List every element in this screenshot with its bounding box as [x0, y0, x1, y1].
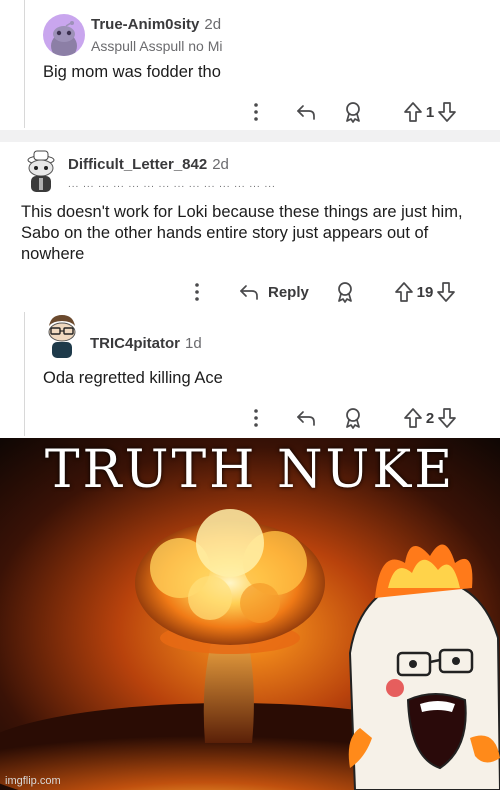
- snoo-avatar-icon: [51, 21, 77, 56]
- reply-arrow-icon: [297, 105, 315, 120]
- downvote-icon[interactable]: [437, 407, 457, 429]
- username-text[interactable]: True-Anim0sity: [91, 16, 199, 33]
- snoo-avatar-icon: [48, 315, 76, 358]
- username[interactable]: True-Anim0sity 2d: [91, 16, 221, 33]
- user-flair: Asspull Asspull no Mi: [91, 38, 223, 54]
- more-vertical-icon: [254, 103, 258, 121]
- imgflip-watermark: imgflip.com: [5, 775, 61, 787]
- comment-2: Difficult_Letter_842 2d ... ... ... ... .…: [0, 142, 500, 307]
- reply-label[interactable]: Reply: [268, 284, 309, 301]
- comment-actions: Reply 19: [0, 278, 500, 306]
- username-text[interactable]: TRIC4pitator: [90, 335, 180, 352]
- downvote-icon[interactable]: [436, 281, 456, 303]
- award-button[interactable]: [333, 278, 357, 306]
- more-vertical-icon: [254, 409, 258, 427]
- more-button[interactable]: [246, 98, 266, 126]
- upvote-icon[interactable]: [403, 407, 423, 429]
- reply-arrow-icon: [240, 285, 258, 300]
- meme-title: TRUTH NUKE: [44, 440, 456, 500]
- comment-divider: [0, 130, 500, 142]
- reply-button[interactable]: [294, 98, 318, 126]
- more-button[interactable]: [187, 278, 207, 306]
- comment-1: True-Anim0sity 2d Asspull Asspull no Mi B…: [0, 0, 500, 132]
- vote-controls: 1: [395, 98, 465, 126]
- vote-count: 19: [416, 283, 434, 301]
- vote-controls: 19: [385, 278, 465, 306]
- downvote-icon[interactable]: [437, 101, 457, 123]
- upvote-icon[interactable]: [394, 281, 414, 303]
- more-button[interactable]: [246, 404, 266, 432]
- award-button[interactable]: [341, 98, 365, 126]
- comment-age: 1d: [185, 335, 202, 352]
- vote-count: 1: [425, 103, 435, 121]
- comment-age: 2d: [204, 16, 222, 33]
- reply-button[interactable]: Reply: [238, 278, 316, 306]
- comment-body: Oda regretted killing Ace: [43, 369, 223, 387]
- username[interactable]: TRIC4pitator 1d: [90, 335, 202, 352]
- comment-age: 2d: [212, 156, 229, 173]
- award-button[interactable]: [341, 404, 365, 432]
- comment-3: TRIC4pitator 1d Oda regretted killing Ace…: [0, 308, 500, 436]
- username[interactable]: Difficult_Letter_842 2d: [68, 156, 229, 173]
- truth-nuke-meme-image: TRUTH NUKE imgflip.com: [0, 438, 500, 790]
- vote-controls: 2: [395, 404, 465, 432]
- comment-actions: 1: [0, 98, 500, 126]
- award-icon: [338, 282, 352, 303]
- reply-arrow-icon: [297, 411, 315, 426]
- avatar[interactable]: [43, 14, 85, 56]
- award-icon: [346, 102, 360, 123]
- username-text[interactable]: Difficult_Letter_842: [68, 156, 207, 173]
- snoo-avatar-icon: [27, 150, 55, 192]
- comment-actions: 2: [0, 404, 500, 432]
- reply-button[interactable]: [294, 404, 318, 432]
- upvote-icon[interactable]: [403, 101, 423, 123]
- user-flair: ... ... ... ... ... ... ... ... ... ... …: [68, 179, 276, 190]
- avatar[interactable]: [43, 312, 81, 360]
- avatar[interactable]: [20, 148, 62, 194]
- comment-body: Big mom was fodder tho: [43, 63, 221, 81]
- vote-count: 2: [425, 409, 435, 427]
- more-vertical-icon: [195, 283, 199, 301]
- comment-body: This doesn't work for Loki because these…: [21, 203, 463, 263]
- award-icon: [346, 408, 360, 429]
